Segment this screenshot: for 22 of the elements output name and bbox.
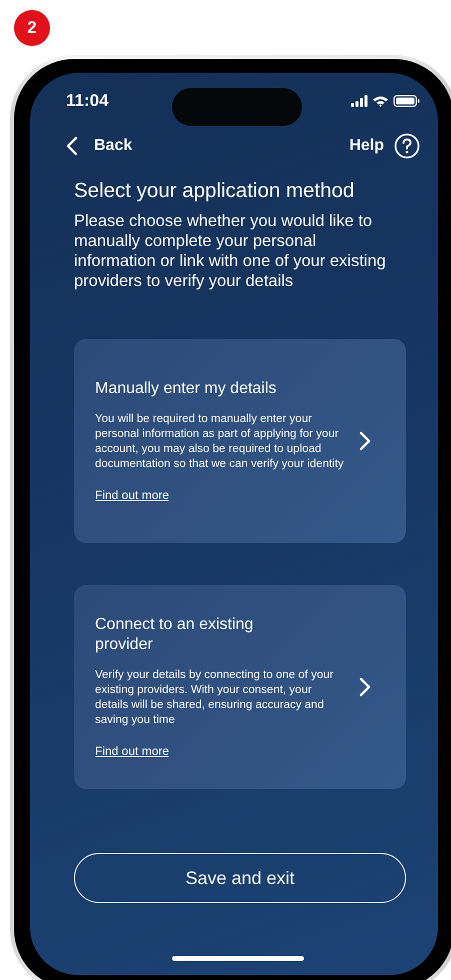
option-card[interactable]	[74, 339, 406, 543]
option-card[interactable]: Connect to an existing provider Verify your details by connecting to one of your existing providers. With your consent, your details will be shared, ensuring accuracy and saving you time Find out more	[74, 585, 406, 789]
status-time: 11:04	[66, 91, 109, 111]
save-and-exit-button[interactable]: Save and exit	[74, 853, 406, 903]
chevron-right-icon	[359, 431, 371, 451]
back-button[interactable]: Back	[66, 136, 132, 156]
option-title: Manually enter my details	[95, 378, 278, 398]
intro-text: Please choose whether you would like to manually complete your personal information or link with one of your existing providers to verify your details	[74, 211, 387, 291]
help-button[interactable]: Help	[349, 133, 420, 159]
option-description: Verify your details by connecting to one of your existing providers. With your consent, your details will be shared, ensuring accuracy and saving you time	[95, 668, 334, 728]
battery-icon	[393, 95, 420, 107]
wifi-icon	[373, 95, 388, 107]
find-out-more-link[interactable]: Find out more	[95, 744, 170, 758]
help-icon	[394, 133, 420, 159]
find-out-more-link[interactable]: Find out more	[95, 488, 170, 502]
chevron-right-icon	[359, 677, 371, 697]
chevron-left-icon	[66, 136, 78, 156]
page-title: Select your application method	[74, 179, 356, 203]
option-description: You will be required to manually enter your personal information as part of applying for your account, you may also be required to upload documentation so that we can verify your identity	[95, 412, 345, 472]
signal-icon	[351, 95, 368, 107]
option-title: Connect to an existing provider	[95, 614, 254, 654]
step-badge: 2	[14, 10, 50, 46]
